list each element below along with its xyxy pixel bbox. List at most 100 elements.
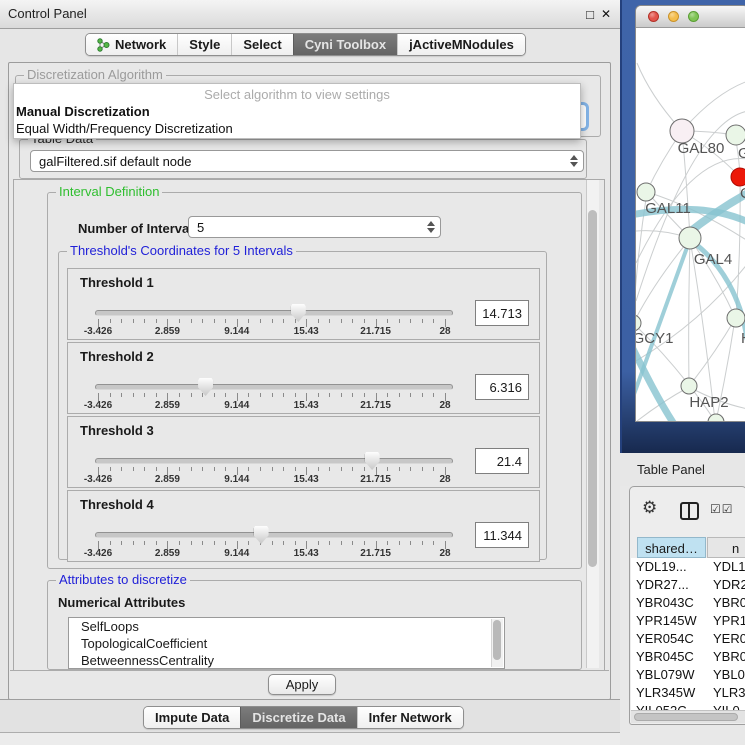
control-panel-title: Control Panel bbox=[8, 6, 87, 21]
apply-button[interactable]: Apply bbox=[268, 674, 336, 695]
close-window-button[interactable]: ✕ bbox=[598, 7, 614, 23]
network-edge-thick[interactable] bbox=[687, 193, 745, 234]
minimize-traffic-light[interactable] bbox=[668, 11, 679, 22]
network-node-gcy1[interactable] bbox=[636, 315, 641, 331]
slider-tick bbox=[318, 541, 319, 545]
slider-tick bbox=[202, 393, 203, 397]
slider-tick bbox=[202, 541, 203, 545]
table-row[interactable]: YLR345WYLR3 bbox=[631, 684, 745, 702]
network-node-gal4[interactable] bbox=[679, 227, 701, 249]
table-horizontal-scrollbar[interactable] bbox=[631, 710, 745, 723]
close-traffic-light[interactable] bbox=[648, 11, 659, 22]
slider-thumb[interactable] bbox=[254, 526, 269, 544]
tab-infer-network[interactable]: Infer Network bbox=[357, 707, 463, 728]
network-node-label: C bbox=[740, 185, 745, 202]
network-edge-thick[interactable] bbox=[636, 345, 674, 421]
slider-tick bbox=[225, 467, 226, 471]
tab-label: Style bbox=[189, 37, 220, 52]
cyni-mode-tabs: Impute DataDiscretize DataInfer Network bbox=[143, 706, 464, 729]
combo-spinner-icon[interactable] bbox=[569, 155, 578, 167]
slider-tick-label: 9.144 bbox=[214, 326, 260, 337]
slider-track[interactable] bbox=[95, 458, 453, 464]
combo-spinner-icon[interactable] bbox=[426, 221, 435, 233]
network-node-gal11[interactable] bbox=[637, 183, 655, 201]
algorithm-option-1[interactable]: Manual Discretization bbox=[16, 103, 576, 120]
table-cell: YBR045C bbox=[636, 648, 694, 666]
slider-tick bbox=[422, 467, 423, 471]
network-edge[interactable] bbox=[689, 239, 690, 385]
num-intervals-label: Number of Intervals bbox=[78, 221, 200, 236]
slider-tick bbox=[225, 541, 226, 545]
network-node-h[interactable] bbox=[727, 309, 745, 327]
tab-network[interactable]: Network bbox=[86, 34, 177, 55]
table-row[interactable]: YDR27...YDR2 bbox=[631, 576, 745, 594]
attribute-item[interactable]: BetweennessCentrality bbox=[69, 652, 504, 669]
table-cell: YIL052C bbox=[636, 702, 687, 710]
gear-icon[interactable]: ⚙ bbox=[642, 498, 657, 518]
scrollbar-thumb[interactable] bbox=[588, 210, 597, 567]
network-node-ga[interactable] bbox=[726, 125, 745, 145]
tab-jactivemnodules[interactable]: jActiveMNodules bbox=[397, 34, 525, 55]
slider-tick bbox=[121, 393, 122, 397]
slider-tick-label: 28 bbox=[422, 548, 468, 559]
threshold-value-field[interactable]: 11.344 bbox=[475, 522, 529, 548]
num-intervals-combo[interactable]: 5 bbox=[188, 216, 441, 238]
thresholds-group: Threshold's Coordinates for 5 Intervals … bbox=[58, 251, 547, 560]
tab-select[interactable]: Select bbox=[231, 34, 292, 55]
column-checkboxes-icon[interactable]: ☑☑ bbox=[710, 502, 734, 516]
algorithm-popup-placeholder: Select algorithm to view settings bbox=[14, 87, 580, 102]
table-column-header-2[interactable]: n bbox=[707, 537, 745, 558]
network-node-c[interactable] bbox=[731, 168, 745, 186]
threshold-value-field[interactable]: 21.4 bbox=[475, 448, 529, 474]
tab-cyni-toolbox[interactable]: Cyni Toolbox bbox=[293, 34, 397, 55]
table-cell: YBR043C bbox=[636, 594, 694, 612]
slider-tick bbox=[387, 467, 388, 471]
split-columns-icon[interactable] bbox=[680, 502, 699, 520]
table-panel-header: Table Panel bbox=[620, 453, 745, 486]
threshold-value-field[interactable]: 14.713 bbox=[475, 300, 529, 326]
zoom-traffic-light[interactable] bbox=[688, 11, 699, 22]
slider-tick bbox=[156, 393, 157, 397]
slider-tick bbox=[433, 393, 434, 397]
slider-thumb[interactable] bbox=[198, 378, 213, 396]
slider-track[interactable] bbox=[95, 532, 453, 538]
table-row[interactable]: YPR145WYPR1 bbox=[631, 612, 745, 630]
slider-tick bbox=[283, 467, 284, 471]
attribute-item[interactable]: TopologicalCoefficient bbox=[69, 635, 504, 652]
float-window-button[interactable]: □ bbox=[582, 7, 598, 23]
slider-tick bbox=[248, 393, 249, 397]
algorithm-option-2[interactable]: Equal Width/Frequency Discretization bbox=[16, 120, 576, 137]
table-row[interactable]: YER054CYER0 bbox=[631, 630, 745, 648]
slider-tick bbox=[260, 467, 261, 471]
tab-discretize-data[interactable]: Discretize Data bbox=[240, 707, 356, 728]
scrollbar-thumb[interactable] bbox=[634, 713, 738, 721]
table-row[interactable]: YIL052CYIL0 bbox=[631, 702, 745, 710]
threshold-value-field[interactable]: 6.316 bbox=[475, 374, 529, 400]
table-row[interactable]: YBL079WYBL0 bbox=[631, 666, 745, 684]
table-row[interactable]: YBR045CYBR0 bbox=[631, 648, 745, 666]
slider-thumb[interactable] bbox=[291, 304, 306, 322]
network-canvas[interactable]: GAL80GACGAL11GAL4GCY1HHAP2 bbox=[636, 27, 745, 421]
attributes-group: Attributes to discretize Numerical Attri… bbox=[47, 580, 582, 670]
slider-tick-label: 21.715 bbox=[353, 474, 399, 485]
tab-label: jActiveMNodules bbox=[409, 37, 514, 52]
slider-tick bbox=[202, 467, 203, 471]
table-row[interactable]: YDL19...YDL1 bbox=[631, 558, 745, 576]
slider-track[interactable] bbox=[95, 310, 453, 316]
settings-vertical-scrollbar[interactable] bbox=[586, 180, 599, 668]
threshold-panel-4: Threshold 4-3.4262.8599.14415.4321.71528… bbox=[67, 490, 540, 562]
attribute-item[interactable]: SelfLoops bbox=[69, 618, 504, 635]
slider-track[interactable] bbox=[95, 384, 453, 390]
slider-thumb[interactable] bbox=[365, 452, 380, 470]
attributes-list-scrollbar[interactable] bbox=[491, 619, 503, 667]
slider-tick bbox=[133, 467, 134, 471]
tab-impute-data[interactable]: Impute Data bbox=[144, 707, 240, 728]
tab-style[interactable]: Style bbox=[177, 34, 231, 55]
slider-tick bbox=[179, 393, 180, 397]
network-node-hap2[interactable] bbox=[681, 378, 697, 394]
network-edge[interactable] bbox=[690, 319, 735, 385]
table-data-combo[interactable]: galFiltered.sif default node bbox=[30, 150, 584, 172]
interval-definition-title: Interval Definition bbox=[56, 184, 162, 200]
table-column-header-1[interactable]: shared… bbox=[637, 537, 706, 558]
table-row[interactable]: YBR043CYBR0 bbox=[631, 594, 745, 612]
